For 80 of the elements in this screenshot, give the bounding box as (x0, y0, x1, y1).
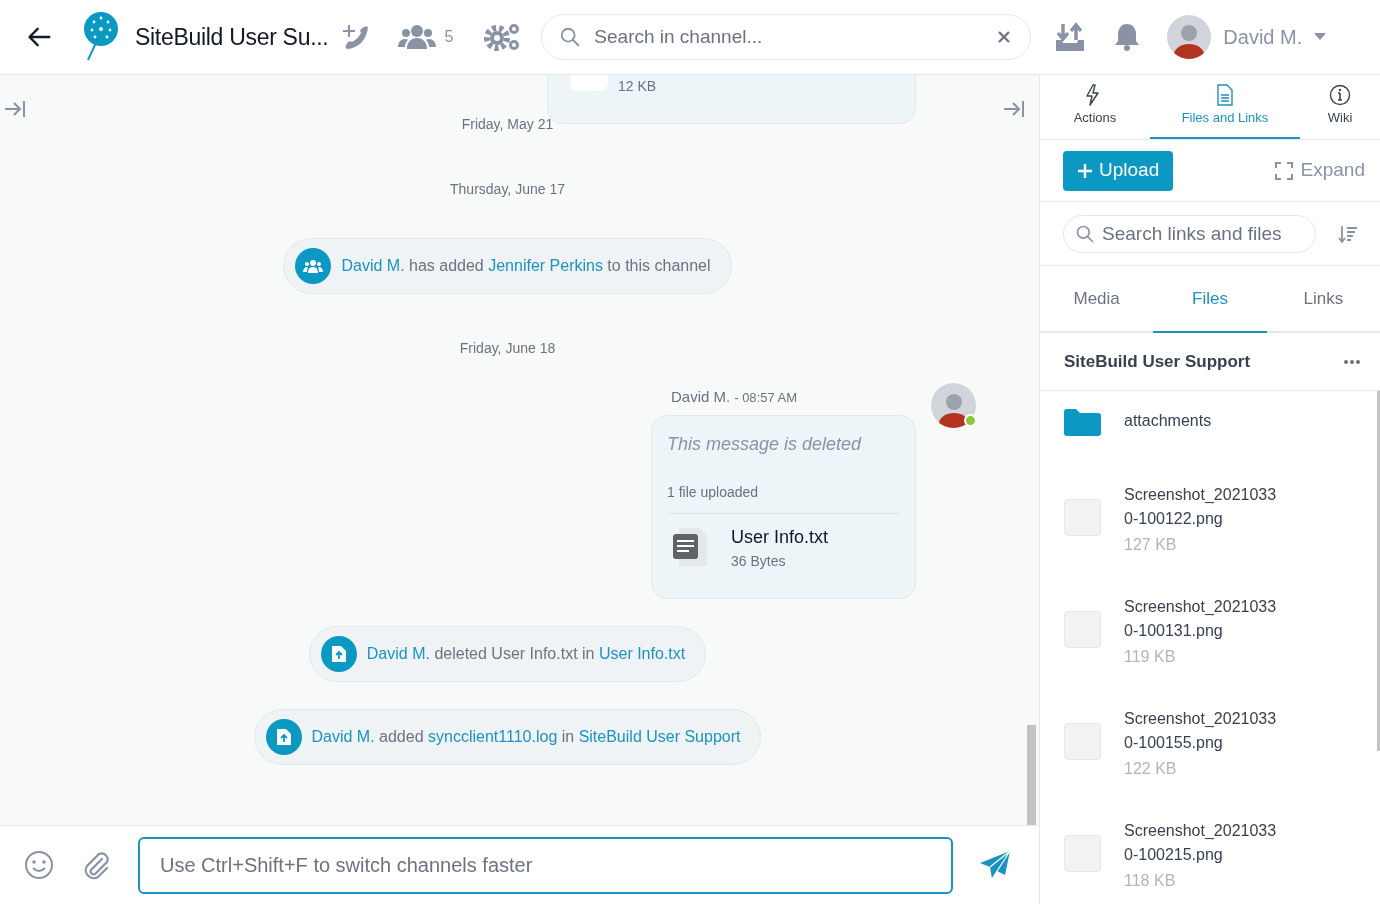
folder-name: attachments (1124, 411, 1212, 431)
author-name: David M. (671, 387, 731, 407)
event-text: David M. deleted User Info.txt in User Info.txt (366, 643, 686, 664)
transfer-icon[interactable] (1055, 22, 1086, 52)
image-thumbnail (1064, 835, 1101, 872)
file-name: Screenshot_20210330-100131.png (1124, 597, 1278, 641)
file-upload-icon (320, 635, 357, 672)
file-name: Screenshot_20210330-100215.png (1124, 821, 1278, 865)
search-icon (559, 26, 582, 48)
user-menu-button[interactable]: David M. (1167, 15, 1327, 59)
image-thumbnail (1064, 499, 1101, 536)
image-thumbnail (1064, 611, 1101, 648)
panel-tab[interactable]: Actions (1040, 75, 1150, 139)
file-size: 12 KB (618, 77, 657, 96)
folder-icon (1064, 409, 1101, 436)
members-button[interactable]: 5 (398, 23, 454, 51)
people-icon (398, 23, 437, 51)
emoji-icon[interactable] (24, 850, 54, 880)
link[interactable]: Jennifer Perkins (488, 257, 603, 274)
file-list-item[interactable]: Screenshot_20210330-100122.png 127 KB (1064, 483, 1380, 595)
expand-button[interactable]: Expand (1274, 156, 1365, 185)
file-list-item[interactable]: Screenshot_20210330-100215.png 118 KB (1064, 819, 1380, 904)
channel-search-field[interactable]: Search in channel... (541, 14, 1032, 60)
collapse-arrow-icon[interactable] (1002, 98, 1024, 120)
paperclip-icon[interactable] (82, 850, 110, 880)
file-upload-icon (265, 718, 302, 755)
file-name: Screenshot_20210330-100155.png (1124, 709, 1278, 753)
link[interactable]: David M. (311, 727, 375, 745)
file-name: User Info.txt (731, 525, 829, 549)
files-subtab[interactable]: Links (1266, 266, 1380, 333)
file-list-item[interactable]: Screenshot_20210330-100155.png 122 KB (1064, 707, 1380, 819)
files-caption: 1 file uploaded (667, 481, 900, 514)
search-icon (1075, 223, 1095, 244)
link[interactable]: User Info.txt (598, 644, 686, 662)
image-thumbnail (1064, 723, 1101, 760)
deleted-message-text: This message is deleted (667, 432, 863, 456)
sort-icon[interactable] (1338, 223, 1358, 244)
files-subtab[interactable]: Media (1040, 266, 1154, 333)
event-text: David M. has added Jennifer Perkins to this channel (341, 256, 711, 276)
date-divider: Friday, May 21 (461, 115, 554, 134)
dandelion-logo-icon (82, 12, 120, 62)
file-size: 119 KB (1124, 647, 1177, 667)
more-icon[interactable] (1344, 359, 1360, 364)
bell-icon[interactable] (1113, 22, 1142, 52)
channel-title: SiteBuild User Su... (135, 22, 329, 52)
file-list-item[interactable]: Screenshot_20210330-100131.png 119 KB (1064, 595, 1380, 707)
scrollbar-thumb[interactable] (1027, 725, 1036, 825)
file-list-item[interactable]: attachments (1064, 409, 1380, 481)
collapse-arrow-icon[interactable] (3, 98, 25, 120)
files-search-field[interactable]: Search links and files (1063, 214, 1316, 253)
close-icon[interactable] (997, 30, 1012, 44)
plus-icon (1077, 162, 1093, 179)
upload-button[interactable]: Upload (1063, 150, 1174, 191)
file-size: 118 KB (1124, 871, 1177, 891)
event-text: David M. added syncclient1110.log in SiteBuild User Support (311, 726, 741, 747)
file-thumbnail (570, 75, 608, 91)
info-icon (1329, 84, 1351, 107)
panel-tab[interactable]: Wiki (1300, 75, 1380, 139)
date-divider: Thursday, June 17 (450, 180, 565, 199)
folder-title: SiteBuild User Support (1064, 350, 1251, 373)
caret-icon (1314, 33, 1327, 41)
scrollbar-thumb[interactable] (1377, 391, 1380, 751)
gears-icon[interactable] (483, 21, 522, 53)
link[interactable]: syncclient1110.log (428, 727, 558, 745)
link[interactable]: David M. (366, 644, 430, 662)
file-size: 122 KB (1124, 759, 1178, 779)
file-size: 36 Bytes (731, 551, 787, 571)
message-time: - 08:57 AM (734, 389, 798, 407)
link[interactable]: David M. (341, 257, 405, 274)
message-input-field[interactable]: Use Ctrl+Shift+F to switch channels faster (138, 836, 953, 894)
document-icon (1214, 84, 1236, 107)
expand-icon (1274, 161, 1293, 180)
file-name: Screenshot_20210330-100122.png (1124, 485, 1278, 529)
link[interactable]: SiteBuild User Support (578, 727, 741, 745)
file-size: 127 KB (1124, 535, 1178, 555)
files-subtab[interactable]: Files (1153, 266, 1267, 333)
date-divider: Friday, June 18 (459, 339, 556, 358)
group-icon (295, 248, 332, 284)
panel-tab[interactable]: Files and Links (1150, 75, 1300, 139)
send-icon[interactable] (979, 850, 1011, 880)
